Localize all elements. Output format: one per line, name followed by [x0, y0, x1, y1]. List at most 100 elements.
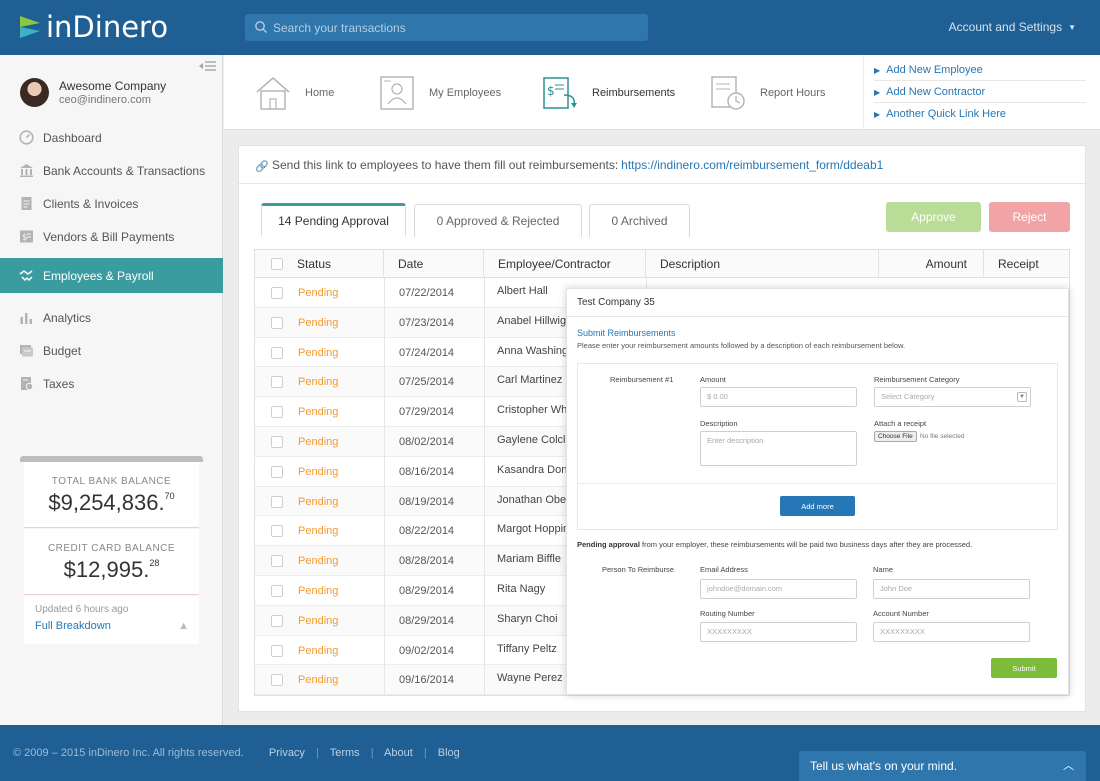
account-number-field[interactable]: XXXXXXXXX — [873, 622, 1030, 642]
full-breakdown-link[interactable]: Full Breakdown — [35, 620, 111, 632]
approve-button[interactable]: Approve — [886, 202, 981, 232]
category-select-placeholder: Select Category — [881, 392, 935, 401]
avatar[interactable] — [20, 78, 49, 107]
account-settings-menu[interactable]: Account and Settings ▼ — [949, 20, 1076, 34]
attach-receipt-label: Attach a receipt — [874, 419, 927, 428]
footer-link-blog[interactable]: Blog — [438, 747, 460, 759]
reject-button[interactable]: Reject — [989, 202, 1070, 232]
sidebar-item-dashboard[interactable]: Dashboard — [0, 121, 223, 154]
sidebar-item-employees-payroll[interactable]: Employees & Payroll — [0, 258, 223, 293]
tab-report-hours[interactable]: Report Hours — [710, 75, 825, 111]
date-cell: 08/29/2014 — [399, 584, 455, 597]
footer-link-terms[interactable]: Terms — [330, 747, 360, 759]
logo[interactable]: inDinero — [20, 10, 168, 44]
row-checkbox[interactable] — [271, 406, 283, 419]
date-cell: 07/22/2014 — [399, 287, 455, 299]
tab-reimbursements[interactable]: $ Reimbursements — [542, 75, 675, 111]
date-cell: 08/28/2014 — [399, 555, 455, 568]
bank-balance-cents: 70 — [164, 491, 175, 501]
sidebar: Awesome Company ceo@indinero.com Dashboa… — [0, 55, 223, 725]
category-select[interactable]: Select Category ▼ — [874, 387, 1031, 407]
share-link-url[interactable]: https://indinero.com/reimbursement_form/… — [621, 158, 883, 172]
column-header-employee[interactable]: Employee/Contractor — [484, 250, 646, 278]
collapse-sidebar-icon[interactable] — [199, 61, 217, 71]
cc-balance-cents: 28 — [149, 558, 160, 568]
submit-button[interactable]: Submit — [991, 658, 1057, 678]
column-header-receipt[interactable]: Receipt — [984, 250, 1070, 278]
description-input[interactable]: Enter description — [700, 431, 857, 466]
sidebar-item-bank-accounts[interactable]: Bank Accounts & Transactions — [0, 154, 223, 187]
email-field[interactable]: johndoe@domain.com — [700, 579, 857, 599]
feedback-widget[interactable]: Tell us what's on your mind. ︿ — [799, 751, 1086, 781]
row-checkbox[interactable] — [271, 465, 283, 478]
triangle-right-icon: ▶ — [874, 110, 881, 119]
tab-approved-rejected[interactable]: 0 Approved & Rejected — [414, 204, 582, 237]
column-header-amount[interactable]: Amount — [879, 250, 984, 278]
arrow-up-icon: ▲ — [178, 620, 189, 632]
row-checkbox[interactable] — [271, 614, 283, 627]
dialog-description: Please enter your reimbursement amounts … — [577, 341, 906, 350]
row-checkbox[interactable] — [271, 555, 283, 568]
column-header-description[interactable]: Description — [646, 250, 879, 278]
document-icon — [21, 197, 32, 210]
routing-number-field[interactable]: XXXXXXXXX — [700, 622, 857, 642]
choose-file-button[interactable]: Choose File — [874, 431, 917, 442]
footer-link-about[interactable]: About — [384, 747, 413, 759]
tab-home[interactable]: Home — [255, 75, 334, 111]
share-link-bar: 🔗 Send this link to employees to have th… — [239, 146, 1085, 184]
quick-link-add-employee[interactable]: ▶ Add New Employee — [874, 59, 1086, 81]
tab-my-employees[interactable]: My Employees — [379, 75, 501, 111]
status-cell: Pending — [298, 555, 339, 568]
quick-link-add-contractor[interactable]: ▶ Add New Contractor — [874, 81, 1086, 103]
balance-footer: Updated 6 hours ago Full Breakdown ▲ — [24, 596, 199, 644]
name-field[interactable]: John Doe — [873, 579, 1030, 599]
date-cell: 07/25/2014 — [399, 376, 455, 389]
employee-cell: Anna Washing — [497, 344, 567, 357]
cc-balance-amount: $12,995.28 — [24, 557, 199, 583]
date-cell: 08/16/2014 — [399, 465, 455, 478]
row-checkbox[interactable] — [271, 674, 283, 687]
sidebar-item-clients-invoices[interactable]: Clients & Invoices — [0, 187, 223, 220]
row-checkbox[interactable] — [271, 316, 283, 329]
sidebar-item-analytics[interactable]: Analytics — [0, 301, 223, 334]
amount-input[interactable]: $ 0.00 — [700, 387, 857, 407]
search-input[interactable] — [273, 14, 643, 41]
handshake-icon — [19, 270, 33, 282]
credit-card-balance-card: CREDIT CARD BALANCE $12,995.28 — [24, 529, 199, 595]
quick-links: ▶ Add New Employee ▶ Add New Contractor ▶ A… — [863, 55, 1086, 130]
date-cell: 07/24/2014 — [399, 346, 455, 359]
person-to-reimburse-label: Person To Reimburse — [602, 565, 674, 574]
row-checkbox[interactable] — [271, 435, 283, 448]
row-checkbox[interactable] — [271, 584, 283, 597]
tab-pending-approval[interactable]: 14 Pending Approval — [261, 203, 406, 236]
pending-approval-text: from your employer, these reimbursements… — [639, 540, 973, 549]
sidebar-item-budget[interactable]: Budget — [0, 334, 223, 367]
select-all-checkbox[interactable] — [271, 258, 283, 270]
sidebar-item-label: Clients & Invoices — [43, 196, 139, 211]
footer-link-privacy[interactable]: Privacy — [269, 747, 305, 759]
employee-cell: Cristopher Wh — [497, 404, 567, 417]
row-checkbox[interactable] — [271, 346, 283, 359]
row-checkbox[interactable] — [271, 376, 283, 389]
date-cell: 08/19/2014 — [399, 495, 455, 508]
sidebar-item-vendors-bills[interactable]: $ Vendors & Bill Payments — [0, 220, 223, 253]
reimbursement-number-label: Reimbursement #1 — [610, 375, 674, 384]
row-checkbox[interactable] — [271, 495, 283, 508]
share-link-text: Send this link to employees to have them… — [272, 157, 619, 172]
column-header-status[interactable]: Status — [283, 250, 384, 278]
sidebar-item-taxes[interactable]: Taxes — [0, 367, 223, 400]
quick-link-label: Add New Contractor — [886, 86, 986, 98]
column-header-date[interactable]: Date — [384, 250, 484, 278]
quick-link-label: Another Quick Link Here — [886, 108, 1006, 120]
row-checkbox[interactable] — [271, 525, 283, 538]
row-checkbox[interactable] — [271, 644, 283, 657]
category-label: Reimbursement Category — [874, 375, 960, 384]
balance-widget: TOTAL BANK BALANCE $9,254,836.70 CREDIT … — [20, 456, 203, 644]
quick-link-another[interactable]: ▶ Another Quick Link Here — [874, 103, 1086, 125]
sidebar-item-label: Budget — [43, 343, 82, 358]
row-checkbox[interactable] — [271, 287, 283, 299]
tab-archived[interactable]: 0 Archived — [589, 204, 690, 237]
add-more-button[interactable]: Add more — [780, 496, 855, 516]
search-bar[interactable] — [245, 14, 648, 41]
